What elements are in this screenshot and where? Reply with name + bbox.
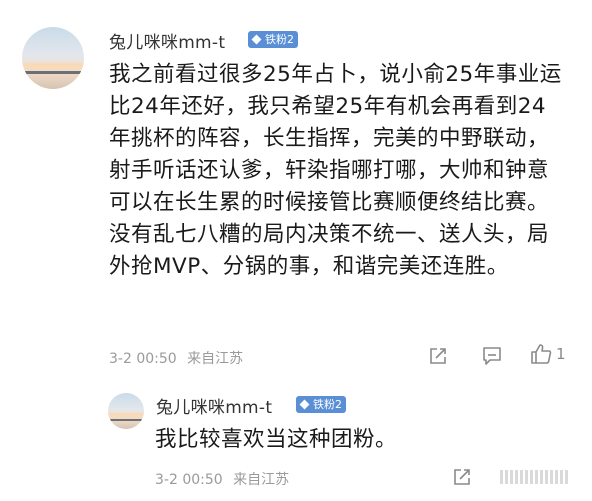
comment-icon [483, 347, 501, 365]
username[interactable]: 兔儿咪咪mm-t [156, 393, 272, 418]
diamond-icon [299, 399, 310, 410]
share-icon [430, 348, 446, 364]
share-icon [454, 469, 470, 485]
avatar[interactable] [22, 27, 84, 89]
reply-button[interactable] [482, 346, 502, 366]
like-button[interactable]: 1 [530, 343, 566, 365]
diamond-icon [251, 34, 262, 45]
like-icon [531, 344, 552, 364]
fan-badge-label: 铁粉2 [265, 33, 294, 46]
watermark [500, 470, 568, 484]
username[interactable]: 兔儿咪咪mm-t [109, 28, 225, 53]
comment-time: 3-2 00:50 [109, 351, 177, 367]
avatar[interactable] [108, 393, 144, 429]
like-count: 1 [556, 345, 566, 363]
fan-badge: 铁粉2 [248, 31, 298, 48]
share-button[interactable] [452, 467, 472, 487]
comment-meta: 3-2 00:50 来自江苏 [155, 469, 295, 489]
comment-text: 我比较喜欢当这种团粉。 [155, 427, 398, 452]
comment-location: 来自江苏 [233, 472, 290, 488]
fan-badge-label: 铁粉2 [313, 398, 342, 411]
fan-badge: 铁粉2 [296, 396, 346, 413]
comment-meta: 3-2 00:50 来自江苏 [109, 348, 249, 368]
comment-thread: 兔儿咪咪mm-t 铁粉2 我之前看过很多25年占卜，说小俞25年事业运比24年还… [0, 0, 592, 501]
comment-time: 3-2 00:50 [155, 472, 223, 488]
share-button[interactable] [428, 346, 448, 366]
comment-text: 我之前看过很多25年占卜，说小俞25年事业运比24年还好，我只希望25年有机会再… [109, 62, 562, 279]
comment-location: 来自江苏 [187, 351, 244, 367]
